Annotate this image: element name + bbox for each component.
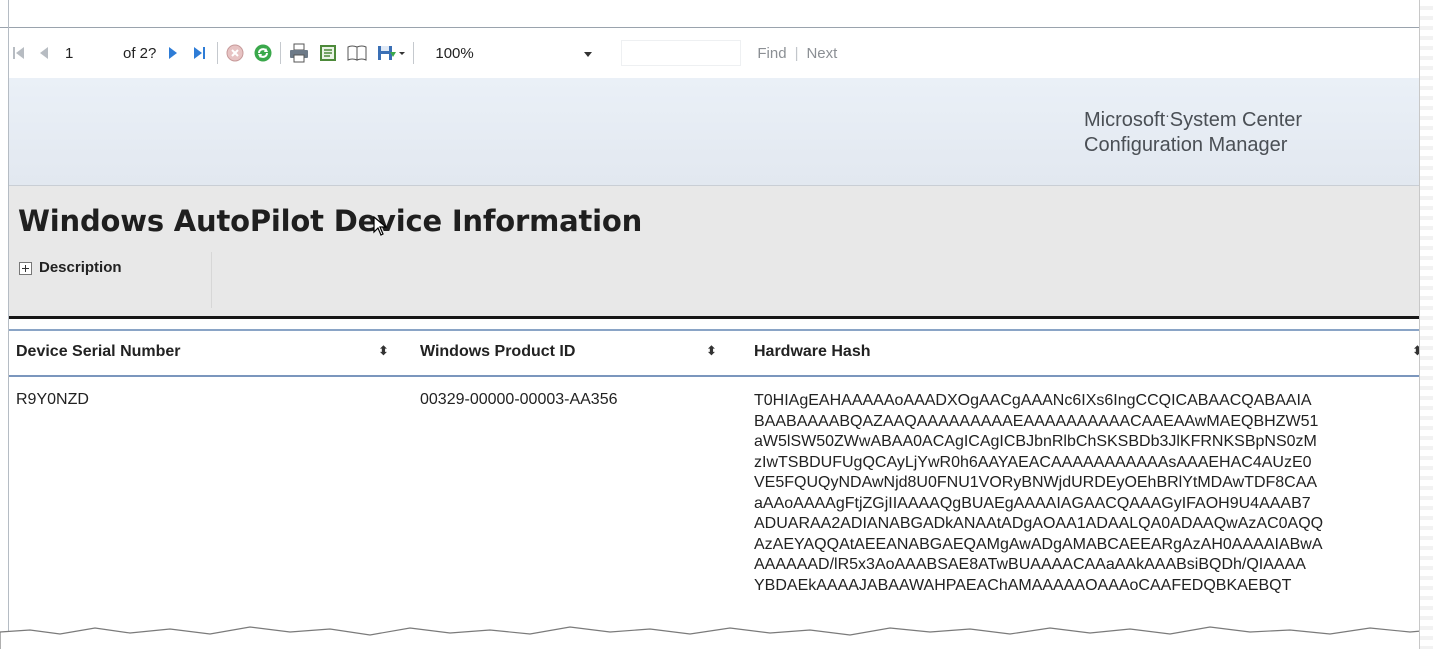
brand-system-center: System Center [1169,109,1303,131]
find-link[interactable]: Find [757,45,786,62]
table-header-row: Device Serial Number ⬍ Windows Product I… [9,329,1423,377]
report-title: Windows AutoPilot Device Information [18,204,643,238]
torn-edge-decoration [0,626,1433,649]
mouse-cursor-icon [373,216,388,236]
torn-right-edge [1419,0,1433,649]
device-table: Device Serial Number ⬍ Windows Product I… [9,329,1423,594]
hash-line: T0HIAgEAHAAAAAoAAADXOgAACgAAANc6IXs6IngC… [754,392,1312,409]
hash-line: BAABAAAABQAZAAQAAAAAAAAAEAAAAAAAAAACAAEA… [754,412,1319,430]
sort-icon[interactable]: ⬍ [706,343,717,359]
stop-icon[interactable] [225,42,245,64]
hash-line: VE5FQUQyNDAwNjd8U0FNU1VORyBNWjdURDEyOEhB… [754,474,1318,491]
next-link[interactable]: Next [806,45,837,62]
toolbar-separator [280,42,282,64]
product-id-cell: 00329-00000-00003-AA356 [420,391,618,408]
page-number-input[interactable] [65,44,123,62]
toolbar-separator [413,42,415,64]
page-count-label: of 2? [123,44,157,62]
page-setup-icon[interactable] [346,42,368,64]
expand-plus-icon[interactable] [19,262,32,275]
column-header-product-id[interactable]: Windows Product ID [420,343,575,361]
description-label: Description [39,259,122,276]
first-page-icon[interactable] [9,42,29,64]
last-page-icon[interactable] [190,42,210,64]
hash-line: zIwTSBDUFUgQCAyLjYwR0h6AAYAEACAAAAAAAAAA… [754,453,1312,471]
toolbar-separator [217,42,219,64]
zoom-select[interactable]: 100% [427,40,599,66]
print-icon[interactable] [288,42,310,64]
export-save-icon[interactable] [376,42,406,64]
brand-microsoft: Microsoft [1084,109,1166,131]
report-toolbar: of 2? 100% [9,34,1419,72]
chevron-down-icon [583,45,593,62]
previous-page-icon[interactable] [37,42,51,64]
column-header-hardware-hash[interactable]: Hardware Hash [754,343,871,361]
report-banner: Microsoft·System Center Configuration Ma… [9,78,1421,186]
page-layout-icon[interactable] [318,42,338,64]
sort-icon[interactable]: ⬍ [378,343,389,359]
hash-line: ADUARAA2ADIANABGADkANAAtADgAOAA1ADAALQA0… [754,515,1324,532]
hardware-hash-cell: T0HIAgEAHAAAAAoAAADXOgAACgAAANc6IXs6IngC… [754,391,1323,596]
find-next-separator: | [794,44,799,62]
hash-line: YBDAEkAAAAJABAAWAHPAEAChAMAAAAAOAAAoCAAF… [754,576,1292,594]
column-header-serial[interactable]: Device Serial Number [16,343,181,361]
report-viewer-window: of 2? 100% [0,0,1433,649]
brand-dot: · [1165,107,1170,123]
brand-configuration-manager: Configuration Manager [1084,134,1288,156]
description-toggle[interactable]: Description [15,252,212,308]
hash-line: aW5lSW50ZWwABAA0ACAgICAgICBJbnRlbChSKSBD… [754,433,1317,450]
report-header: Windows AutoPilot Device Information Des… [9,186,1421,316]
refresh-icon[interactable] [253,42,273,64]
hash-line: aAAoAAAAgFtjZGjIIAAAAQgBUAEgAAAAIAGAACQA… [754,494,1311,512]
header-divider [9,316,1421,319]
serial-number-cell: R9Y0NZD [16,391,89,408]
find-text-input[interactable] [621,40,742,66]
brand-logo-text: Microsoft·System Center Configuration Ma… [1084,107,1303,157]
next-page-icon[interactable] [166,42,180,64]
hash-line: AAAAAAD/lR5x3AoAAABSAE8ATwBUAAAACAAaAAkA… [754,556,1306,573]
hash-line: AzAEYAQQAtAEEANABGAEQAMgAwADgAMABCAEEARg… [754,535,1323,553]
zoom-value: 100% [435,44,474,62]
window-top-border [0,27,1433,28]
